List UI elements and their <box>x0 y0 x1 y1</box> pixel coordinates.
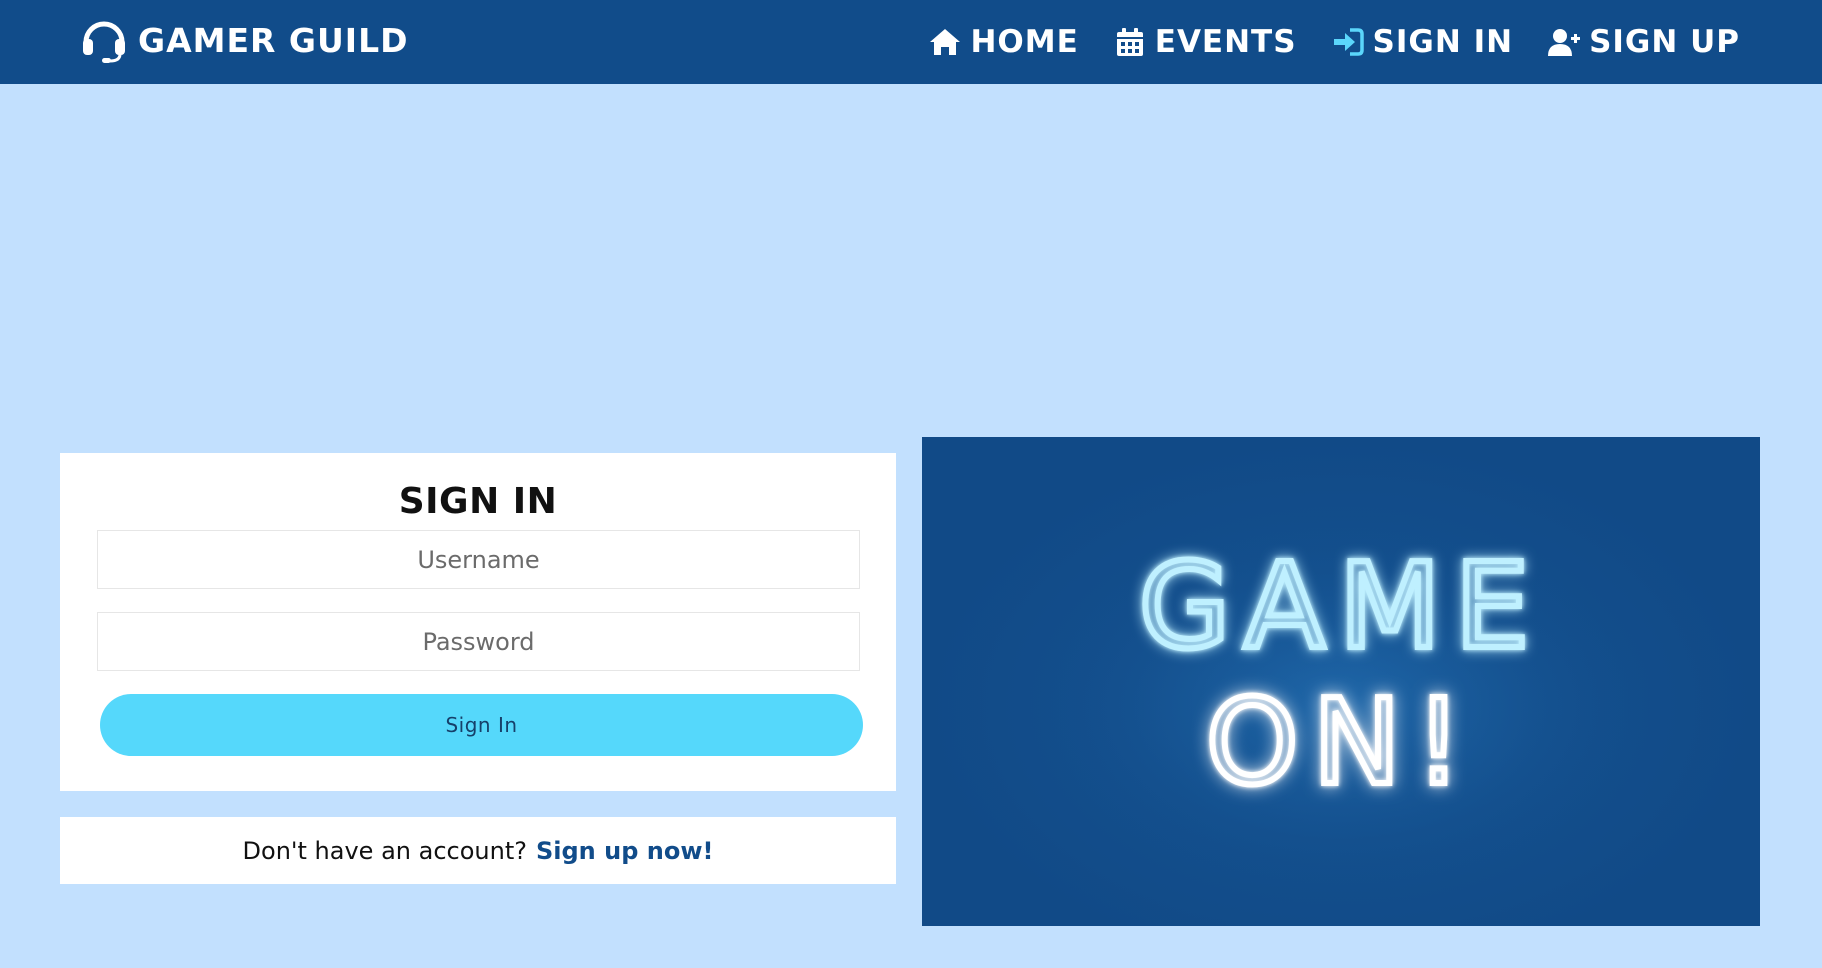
nav-label-sign-in: SIGN IN <box>1372 24 1514 60</box>
user-plus-icon <box>1548 29 1581 56</box>
headset-icon <box>83 21 125 63</box>
nav-label-sign-up: SIGN UP <box>1589 24 1740 60</box>
main-nav: HOME EVENTS SIGN IN SIGN UP <box>894 16 1740 68</box>
nav-item-home[interactable]: HOME <box>928 24 1078 60</box>
sign-in-button[interactable]: Sign In <box>100 694 863 756</box>
sign-in-card: SIGN IN Sign In <box>60 453 896 791</box>
nav-label-events: EVENTS <box>1154 24 1297 60</box>
sign-up-link[interactable]: Sign up now! <box>536 837 713 865</box>
home-icon <box>930 29 961 55</box>
nav-item-sign-up[interactable]: SIGN UP <box>1547 24 1740 60</box>
sign-in-title: SIGN IN <box>398 481 558 522</box>
sign-up-prompt-text: Don't have an account? <box>242 836 527 865</box>
navbar: GAMER GUILD HOME EVENTS SIGN IN SIGN UP <box>0 0 1822 84</box>
calendar-icon <box>1116 28 1143 56</box>
nav-item-events[interactable]: EVENTS <box>1113 24 1297 60</box>
game-on-neon-image: GAME ON! <box>922 437 1760 926</box>
sign-in-icon <box>1333 28 1364 56</box>
sign-up-prompt-card: Don't have an account? Sign up now! <box>60 817 896 884</box>
username-input[interactable] <box>97 530 860 589</box>
nav-item-sign-in[interactable]: SIGN IN <box>1331 24 1514 60</box>
nav-label-home: HOME <box>970 24 1079 60</box>
neon-text-line2: ON! <box>1206 673 1476 811</box>
neon-sign-graphic: GAME ON! <box>922 437 1760 926</box>
neon-text-line1: GAME <box>1139 537 1544 675</box>
password-input[interactable] <box>97 612 860 671</box>
brand-link[interactable]: GAMER GUILD <box>80 16 409 64</box>
brand-name: GAMER GUILD <box>138 20 409 60</box>
